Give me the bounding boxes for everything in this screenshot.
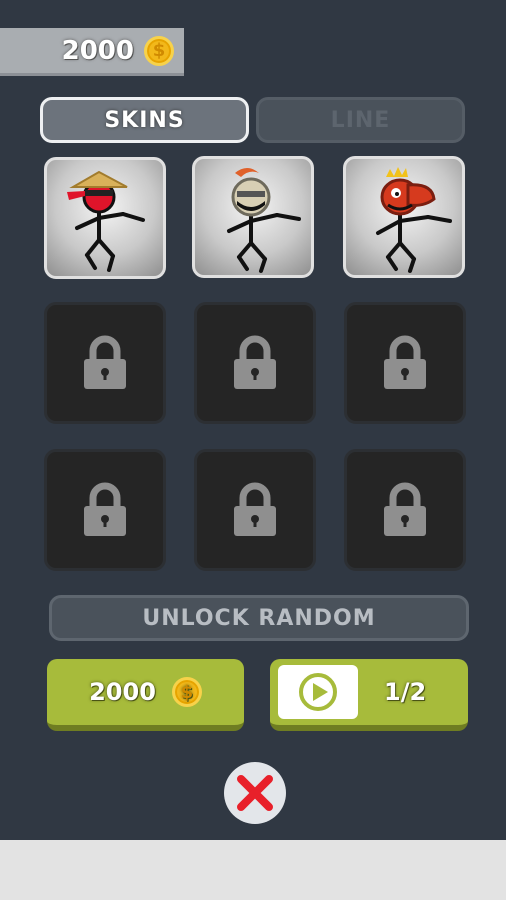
skin-tile-knight[interactable] — [192, 156, 314, 278]
tab-line[interactable]: LINE — [256, 97, 465, 143]
knight-helmet-icon — [227, 168, 301, 273]
locked-skin-slot[interactable] — [194, 449, 316, 571]
straw-hat-ninja-icon — [67, 170, 145, 272]
play-icon — [278, 665, 358, 719]
locked-skin-slot[interactable] — [344, 449, 466, 571]
coin-amount: 2000 — [61, 35, 134, 66]
coin-icon: $ — [171, 677, 202, 707]
close-icon — [237, 775, 273, 811]
coin-icon: $ — [144, 35, 174, 66]
locked-skin-slot[interactable] — [194, 302, 316, 424]
dragon-mask-icon — [376, 167, 452, 273]
video-progress: 1/2 — [384, 678, 427, 706]
shop-screen: 2000 $ SKINS LINE UNLOCK RANDOM 2000 $ 1… — [0, 0, 506, 840]
lock-icon — [234, 335, 276, 389]
lock-icon — [384, 482, 426, 536]
watch-video-button[interactable]: 1/2 — [270, 659, 468, 731]
skin-tile-dragon[interactable] — [343, 156, 465, 278]
unlock-random-label: UNLOCK RANDOM — [49, 595, 469, 641]
tab-skins[interactable]: SKINS — [40, 97, 249, 143]
locked-skin-slot[interactable] — [44, 449, 166, 571]
coin-balance: 2000 $ — [0, 28, 184, 76]
skin-tile-straw-hat[interactable] — [44, 157, 166, 279]
locked-skin-slot[interactable] — [344, 302, 466, 424]
price-label: 2000 — [89, 678, 156, 706]
buy-random-button[interactable]: 2000 $ — [47, 659, 244, 731]
lock-icon — [234, 482, 276, 536]
lock-icon — [384, 335, 426, 389]
locked-skin-slot[interactable] — [44, 302, 166, 424]
lock-icon — [84, 482, 126, 536]
lock-icon — [84, 335, 126, 389]
close-button[interactable] — [224, 762, 286, 824]
